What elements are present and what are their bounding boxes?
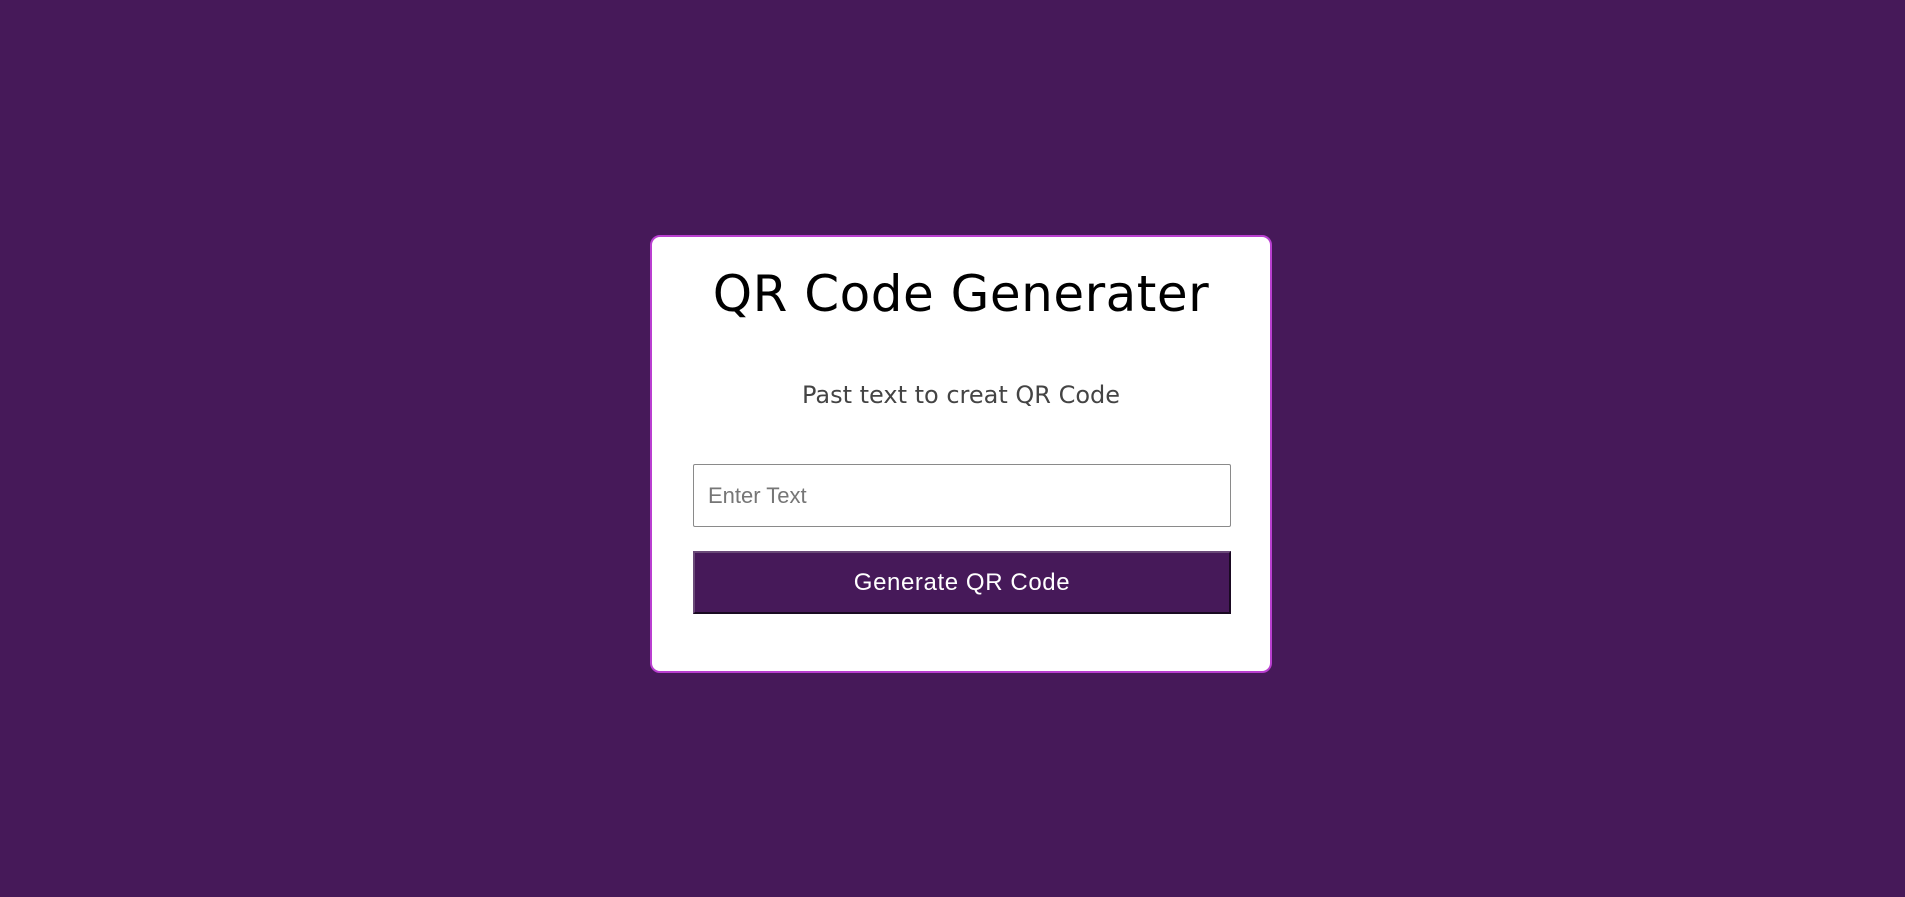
page-subtitle: Past text to creat QR Code bbox=[801, 381, 1121, 409]
generate-qr-button[interactable]: Generate QR Code bbox=[693, 551, 1231, 614]
qr-generator-card: QR Code Generater Past text to creat QR … bbox=[650, 235, 1272, 673]
qr-text-input[interactable] bbox=[693, 464, 1231, 527]
page-title: QR Code Generater bbox=[712, 265, 1210, 323]
